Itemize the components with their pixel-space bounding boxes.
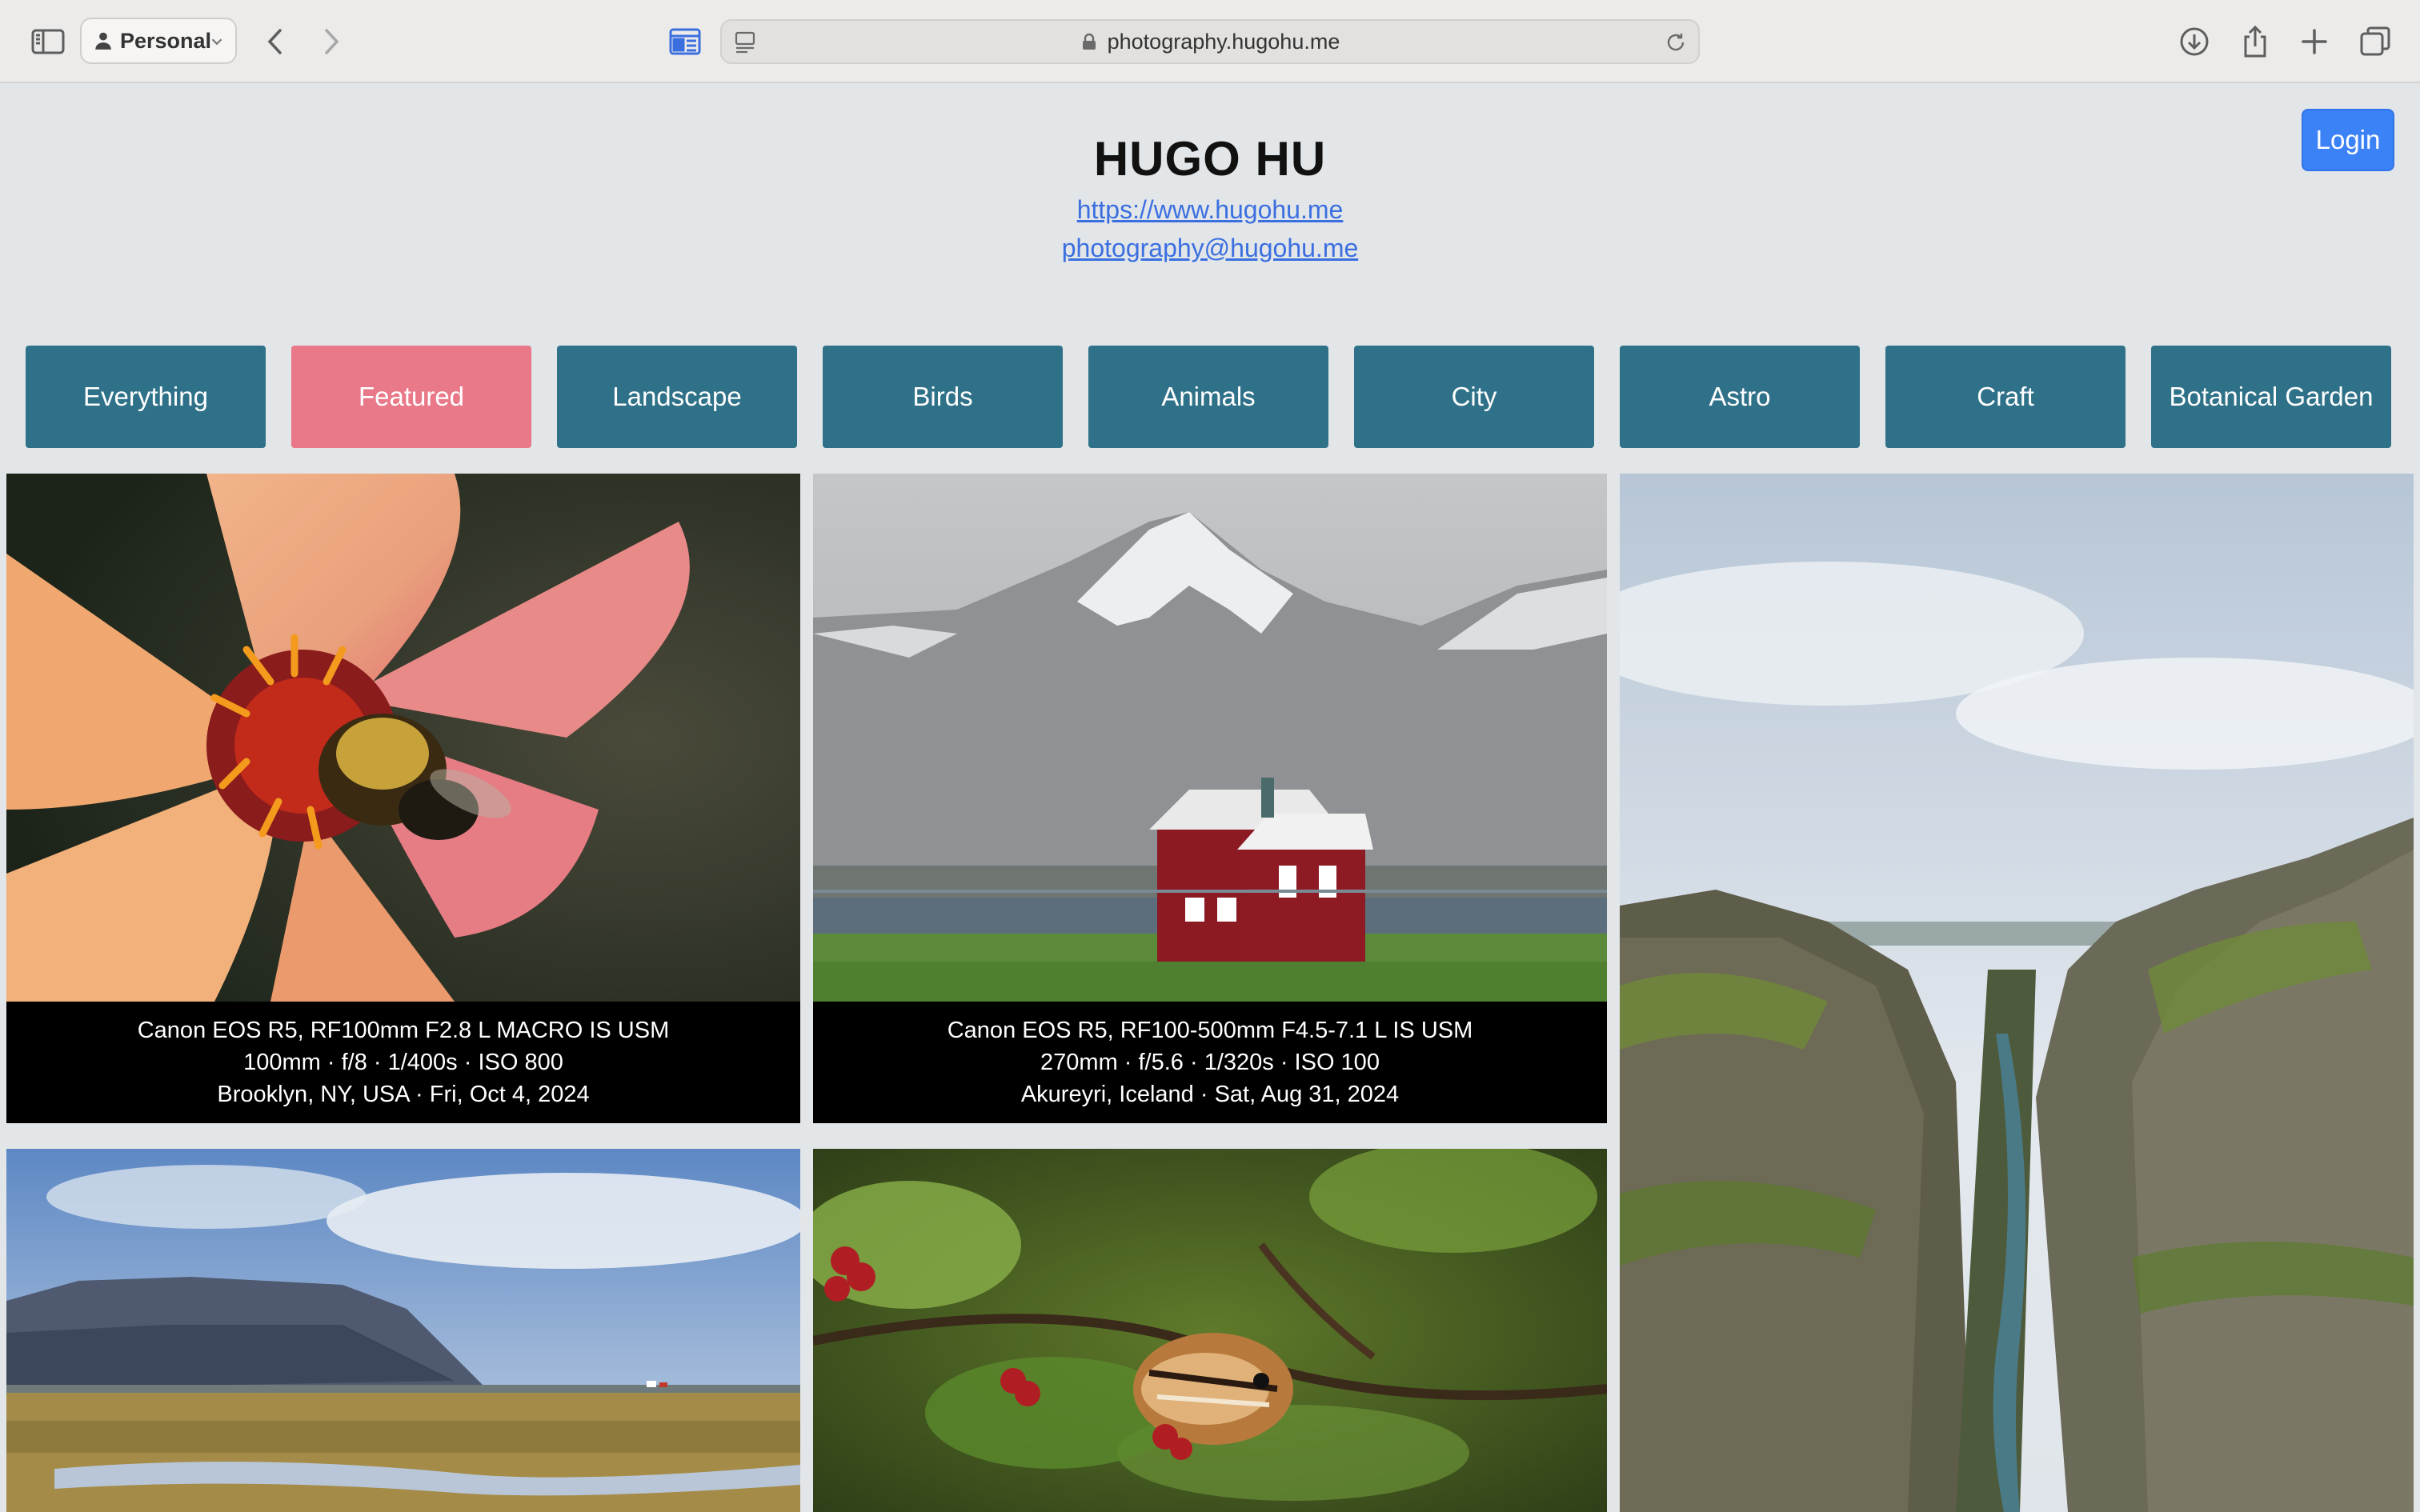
share-icon[interactable]: [2236, 22, 2274, 61]
person-icon: [95, 32, 111, 50]
photo-card[interactable]: Canon EOS R5, RF100mm F2.8 L MACRO IS US…: [6, 474, 800, 1123]
caption-location-date: Brooklyn, NY, USA · Fri, Oct 4, 2024: [217, 1082, 590, 1107]
website-link[interactable]: https://www.hugohu.me: [0, 195, 2420, 225]
address-bar[interactable]: photography.hugohu.me: [720, 19, 1700, 64]
category-botanical-garden[interactable]: Botanical Garden: [2151, 346, 2391, 448]
photo-card[interactable]: [1620, 474, 2414, 1512]
login-button[interactable]: Login: [2302, 109, 2394, 171]
photo-card[interactable]: [6, 1149, 800, 1512]
photo-image: [6, 1149, 800, 1512]
category-craft[interactable]: Craft: [1885, 346, 2126, 448]
caption-camera: Canon EOS R5, RF100mm F2.8 L MACRO IS US…: [137, 1018, 670, 1043]
chevron-down-icon: [211, 38, 222, 46]
category-animals[interactable]: Animals: [1088, 346, 1328, 448]
category-filter-bar: Everything Featured Landscape Birds Anim…: [26, 346, 2394, 448]
sidebar-toggle-icon[interactable]: [29, 22, 67, 61]
category-featured[interactable]: Featured: [291, 346, 531, 448]
downloads-icon[interactable]: [2175, 22, 2214, 61]
photo-caption: Canon EOS R5, RF100-500mm F4.5-7.1 L IS …: [813, 1002, 1607, 1123]
category-birds[interactable]: Birds: [823, 346, 1063, 448]
url-text: photography.hugohu.me: [1107, 29, 1340, 54]
tab-overview-icon[interactable]: [666, 22, 704, 61]
category-astro[interactable]: Astro: [1620, 346, 1860, 448]
photo-caption: Canon EOS R5, RF100mm F2.8 L MACRO IS US…: [6, 1002, 800, 1123]
caption-settings: 100mm · f/8 · 1/400s · ISO 800: [243, 1050, 563, 1075]
photo-image: [1620, 474, 2414, 1512]
profile-label: Personal: [120, 28, 212, 53]
new-tab-icon[interactable]: [2295, 22, 2334, 61]
email-link[interactable]: photography@hugohu.me: [0, 234, 2420, 263]
lock-icon: [1082, 33, 1096, 50]
profile-selector[interactable]: Personal: [80, 18, 237, 64]
site-title: HUGO HU: [1093, 132, 1327, 186]
photo-image: [6, 474, 800, 1002]
show-tabs-icon[interactable]: [2356, 22, 2394, 61]
category-landscape[interactable]: Landscape: [557, 346, 797, 448]
photo-image: [813, 474, 1607, 1002]
reader-icon[interactable]: [733, 30, 757, 54]
category-city[interactable]: City: [1354, 346, 1594, 448]
category-everything[interactable]: Everything: [26, 346, 266, 448]
photo-card[interactable]: Canon EOS R5, RF100-500mm F4.5-7.1 L IS …: [813, 474, 1607, 1123]
browser-toolbar: Personal photography.hugohu.me: [0, 0, 2420, 83]
photo-card[interactable]: [813, 1149, 1607, 1512]
forward-icon[interactable]: [312, 22, 351, 61]
reload-icon[interactable]: [1665, 31, 1687, 54]
back-icon[interactable]: [256, 22, 294, 61]
caption-settings: 270mm · f/5.6 · 1/320s · ISO 100: [1040, 1050, 1380, 1075]
caption-location-date: Akureyri, Iceland · Sat, Aug 31, 2024: [1020, 1082, 1400, 1107]
caption-camera: Canon EOS R5, RF100-500mm F4.5-7.1 L IS …: [947, 1018, 1473, 1043]
photo-image: [813, 1149, 1607, 1512]
